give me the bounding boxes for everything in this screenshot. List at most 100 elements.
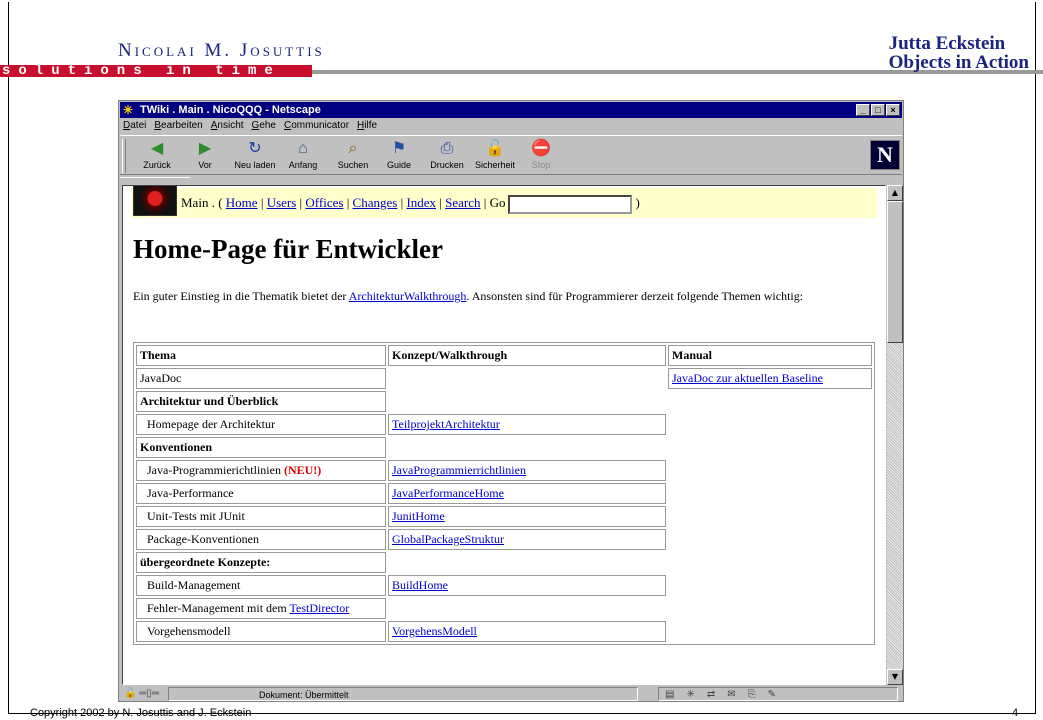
scroll-down-button[interactable]: ▼ [887, 669, 903, 685]
window-title: TWiki . Main . NicoQQQ - Netscape [140, 104, 321, 116]
print-button[interactable]: ⎙ Drucken [424, 138, 470, 174]
page-title: Home-Page für Entwickler [133, 234, 443, 264]
menu-datei[interactable]: Datei [123, 119, 146, 133]
teilprojekt-architektur-link[interactable]: TeilprojektArchitektur [392, 417, 500, 431]
section-konventionen: Konventionen [136, 437, 386, 458]
section-row: Architektur und Überblick [136, 391, 872, 412]
stop-button[interactable]: ⛔ Stop [518, 138, 564, 174]
reload-icon: ↻ [248, 140, 262, 157]
table-header-row: Thema Konzept/Walkthrough Manual [136, 345, 872, 366]
guide-icon: ⚑ [391, 140, 407, 157]
section-row: Konventionen [136, 437, 872, 458]
topics-table: Thema Konzept/Walkthrough Manual JavaDoc… [133, 342, 875, 645]
table-row: JavaDoc JavaDoc zur aktuellen Baseline [136, 368, 872, 389]
menu-hilfe[interactable]: Hilfe [357, 119, 377, 133]
nav-link-offices[interactable]: Offices [305, 195, 343, 210]
status-text: Dokument: Übermittelt [168, 687, 638, 701]
page-number: 4 [1012, 707, 1019, 719]
table-row: Java-Programmierichtlinien (NEU!) JavaPr… [136, 460, 872, 481]
table-row: Homepage der Architektur TeilprojektArch… [136, 414, 872, 435]
nav-link-index[interactable]: Index [406, 195, 436, 210]
javadoc-baseline-link[interactable]: JavaDoc zur aktuellen Baseline [672, 371, 823, 385]
header-manual: Manual [668, 345, 872, 366]
table-row: Package-Konventionen GlobalPackageStrukt… [136, 529, 872, 550]
menu-ansicht[interactable]: Ansicht [211, 119, 244, 133]
topic-cell: JavaDoc [136, 368, 386, 389]
window-titlebar[interactable]: ✳ TWiki . Main . NicoQQQ - Netscape _ □ × [120, 102, 902, 118]
intro-paragraph: Ein guter Einstieg in die Thematik biete… [133, 289, 804, 303]
architektur-walkthrough-link[interactable]: ArchitekturWalkthrough [349, 289, 467, 303]
forward-button[interactable]: ▶ Vor [182, 138, 228, 174]
table-row: Build-Management BuildHome [136, 575, 872, 596]
logo-tagline: solutions in time [2, 63, 281, 79]
nav-link-changes[interactable]: Changes [353, 195, 398, 210]
back-arrow-icon: ◀ [150, 140, 164, 157]
java-performance-home-link[interactable]: JavaPerformanceHome [392, 486, 504, 500]
twiki-topbar: Main . ( Home | Users | Offices | Change… [131, 186, 877, 218]
vorgehens-modell-link[interactable]: VorgehensModell [392, 624, 477, 638]
author-name: Jutta Eckstein [888, 33, 1006, 54]
global-package-struktur-link[interactable]: GlobalPackageStruktur [392, 532, 504, 546]
table-row: Unit-Tests mit JUnit JunitHome [136, 506, 872, 527]
topic-cell: Fehler-Management mit dem TestDirector [136, 598, 386, 619]
copyright-text: Copyright 2002 by N. Josuttis and J. Eck… [30, 707, 252, 719]
vertical-scrollbar[interactable]: ▲ ▼ [887, 185, 903, 685]
author-block: Jutta Eckstein Objects in Action [889, 34, 1029, 72]
topic-cell: Java-Performance [136, 483, 386, 504]
menu-bar: Datei Bearbeiten Ansicht Gehe Communicat… [120, 119, 902, 133]
search-icon: ⌕ [348, 140, 358, 157]
reload-button[interactable]: ↻ Neu laden [232, 138, 278, 174]
nav-link-home[interactable]: Home [226, 195, 258, 210]
page-viewport: Main . ( Home | Users | Offices | Change… [122, 185, 886, 685]
topic-cell: Package-Konventionen [136, 529, 386, 550]
section-architektur: Architektur und Überblick [136, 391, 386, 412]
topic-cell: Build-Management [136, 575, 386, 596]
header-konzept: Konzept/Walkthrough [388, 345, 666, 366]
menu-communicator[interactable]: Communicator [284, 119, 349, 133]
topic-cell: Java-Programmierichtlinien (NEU!) [136, 460, 386, 481]
guide-button[interactable]: ⚑ Guide [376, 138, 422, 174]
new-badge: (NEU!) [283, 463, 322, 477]
search-button[interactable]: ⌕ Suchen [330, 138, 376, 174]
logo-name: Nicolai M. Josuttis [118, 40, 325, 61]
go-input[interactable] [507, 194, 632, 214]
topic-cell: Vorgehensmodell [136, 621, 386, 642]
netscape-logo-icon[interactable]: N [870, 140, 900, 170]
section-row: übergeordnete Konzepte: [136, 552, 872, 573]
table-row: Fehler-Management mit dem TestDirector [136, 598, 872, 619]
netscape-window: ✳ TWiki . Main . NicoQQQ - Netscape _ □ ×… [118, 100, 904, 702]
maximize-button[interactable]: □ [871, 104, 885, 116]
minimize-button[interactable]: _ [856, 104, 870, 116]
security-button[interactable]: 🔓 Sicherheit [472, 138, 518, 174]
nav-link-users[interactable]: Users [267, 195, 297, 210]
menu-gehe[interactable]: Gehe [252, 119, 276, 133]
author-company: Objects in Action [888, 52, 1029, 73]
java-programmierrichtlinien-link[interactable]: JavaProgrammierrichtlinien [392, 463, 526, 477]
stop-icon: ⛔ [531, 140, 551, 157]
home-icon: ⌂ [298, 140, 308, 157]
table-row: Java-Performance JavaPerformanceHome [136, 483, 872, 504]
navigation-toolbar: ◀ Zurück ▶ Vor ↻ Neu laden ⌂ Anfang ⌕ Suchen … [120, 135, 902, 175]
toolbar-tab-strip[interactable] [120, 177, 190, 185]
component-bar[interactable]: ▤✳⇄✉⎘✎ [658, 687, 898, 701]
twiki-logo-icon[interactable] [133, 186, 177, 216]
security-lock-icon: 🔓 [485, 140, 505, 157]
netscape-app-icon: ✳ [123, 103, 134, 117]
close-button[interactable]: × [886, 104, 900, 116]
connection-status-icon[interactable]: 🔓 ═▯═ [124, 687, 164, 701]
toolbar-grip[interactable] [122, 139, 126, 173]
junit-home-link[interactable]: JunitHome [392, 509, 445, 523]
nav-link-search[interactable]: Search [445, 195, 480, 210]
section-konzepte: übergeordnete Konzepte: [136, 552, 386, 573]
home-button[interactable]: ⌂ Anfang [280, 138, 326, 174]
menu-bearbeiten[interactable]: Bearbeiten [154, 119, 202, 133]
build-home-link[interactable]: BuildHome [392, 578, 448, 592]
topic-cell: Homepage der Architektur [136, 414, 386, 435]
scroll-thumb[interactable] [887, 201, 903, 343]
header-thema: Thema [136, 345, 386, 366]
forward-arrow-icon: ▶ [198, 140, 212, 157]
topic-cell: Unit-Tests mit JUnit [136, 506, 386, 527]
testdirector-link[interactable]: TestDirector [290, 601, 350, 615]
back-button[interactable]: ◀ Zurück [134, 138, 180, 174]
scroll-up-button[interactable]: ▲ [887, 185, 903, 201]
